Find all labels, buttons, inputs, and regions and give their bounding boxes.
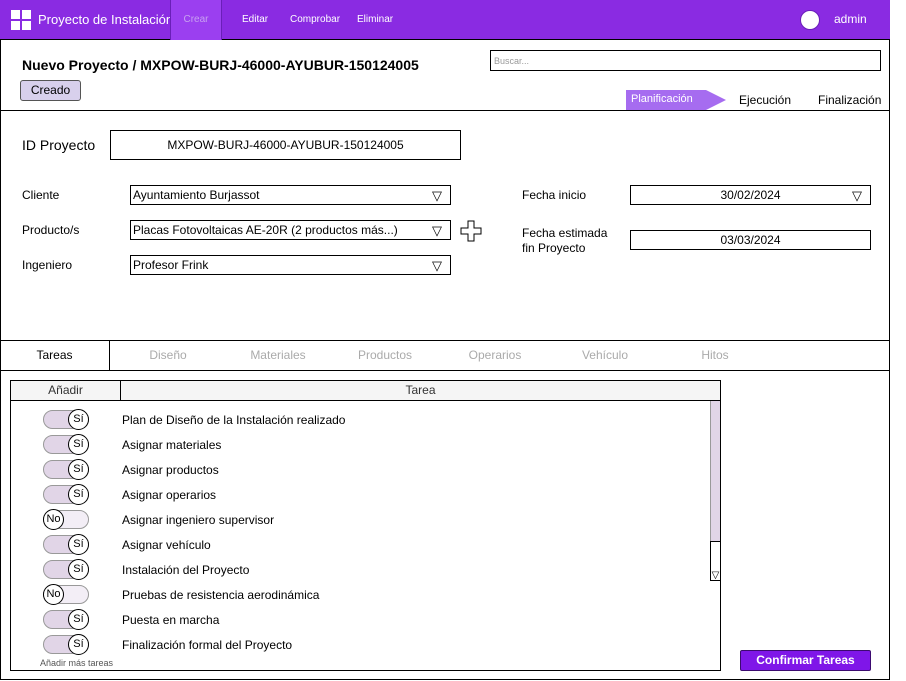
grid-logo-icon: [11, 10, 31, 30]
id-label: ID Proyecto: [22, 137, 96, 153]
toggle-knob: No: [43, 584, 64, 605]
tab-hitos[interactable]: Hitos: [660, 341, 770, 370]
menu-crear[interactable]: Crear: [170, 0, 222, 40]
toggle-knob: No: [43, 509, 64, 530]
fecha-inicio-label: Fecha inicio: [522, 188, 587, 202]
toggle-knob: Sí: [68, 459, 89, 480]
avatar[interactable]: [800, 10, 820, 30]
menu-editar[interactable]: Editar: [242, 14, 268, 25]
fecha-fin-label: Fecha estimada: [522, 226, 608, 240]
task-label: Asignar operarios: [122, 488, 217, 502]
toggle-knob: Sí: [68, 634, 89, 655]
ingeniero-value: Profesor Frink: [133, 258, 209, 272]
toggle-knob: Sí: [68, 484, 89, 505]
cliente-select[interactable]: Ayuntamiento Burjassot ▽: [130, 185, 451, 205]
producto-select[interactable]: Placas Fotovoltaicas AE-20R (2 productos…: [130, 220, 451, 240]
task-toggle[interactable]: Sí: [43, 534, 89, 555]
task-label: Asignar ingeniero supervisor: [122, 513, 275, 527]
task-label: Puesta en marcha: [122, 613, 220, 627]
tab-tareas[interactable]: Tareas: [0, 341, 110, 370]
task-label: Finalización formal del Proyecto: [122, 638, 293, 652]
tasks-table: Añadir Tarea Sí Plan de Diseño de la Ins…: [10, 380, 721, 671]
divider: [0, 110, 890, 111]
tab-materiales[interactable]: Materiales: [223, 341, 333, 370]
step-ejecucion[interactable]: Ejecución: [739, 93, 791, 107]
task-label: Asignar productos: [122, 463, 219, 477]
toggle-knob: Sí: [68, 609, 89, 630]
app-title: Proyecto de Instalación: [38, 12, 174, 27]
task-toggle[interactable]: Sí: [43, 409, 89, 430]
column-header-task: Tarea: [121, 381, 720, 401]
divider: [0, 370, 890, 371]
tab-operarios[interactable]: Operarios: [440, 341, 550, 370]
toggle-knob: Sí: [68, 559, 89, 580]
task-label: Instalación del Proyecto: [122, 563, 250, 577]
dropdown-arrow-icon: ▽: [432, 258, 442, 273]
task-toggle[interactable]: Sí: [43, 634, 89, 655]
task-toggle[interactable]: No: [43, 584, 89, 605]
scroll-down-icon[interactable]: ▽: [710, 541, 721, 581]
fecha-fin-value: 03/03/2024: [720, 233, 781, 247]
user-name[interactable]: admin: [834, 12, 867, 26]
dropdown-arrow-icon: ▽: [432, 188, 442, 203]
producto-value: Placas Fotovoltaicas AE-20R (2 productos…: [133, 223, 398, 237]
task-toggle[interactable]: Sí: [43, 559, 89, 580]
task-toggle[interactable]: Sí: [43, 484, 89, 505]
status-badge: Creado: [20, 80, 81, 101]
top-navbar: Proyecto de Instalación Crear Editar Com…: [0, 0, 890, 40]
step-planificacion-label: Planificación: [631, 93, 693, 105]
menu-eliminar[interactable]: Eliminar: [357, 14, 393, 25]
fecha-inicio-picker[interactable]: 30/02/2024 ▽: [630, 185, 871, 205]
fecha-inicio-value: 30/02/2024: [720, 188, 781, 202]
ingeniero-label: Ingeniero: [22, 258, 73, 272]
task-label: Asignar vehículo: [122, 538, 211, 552]
dropdown-arrow-icon: ▽: [852, 188, 862, 203]
producto-label: Producto/s: [22, 223, 80, 237]
project-id-field: MXPOW-BURJ-46000-AYUBUR-150124005: [110, 130, 461, 160]
toggle-knob: Sí: [68, 434, 89, 455]
toggle-knob: Sí: [68, 534, 89, 555]
task-toggle[interactable]: Sí: [43, 434, 89, 455]
fecha-fin-label-2: fin Proyecto: [522, 241, 586, 255]
confirm-tasks-button[interactable]: Confirmar Tareas: [740, 650, 871, 671]
search-input[interactable]: [490, 50, 881, 71]
menu-comprobar[interactable]: Comprobar: [290, 14, 340, 25]
add-more-tasks-link[interactable]: Añadir más tareas: [40, 658, 113, 668]
tab-productos[interactable]: Productos: [330, 341, 440, 370]
task-label: Pruebas de resistencia aerodinámica: [122, 588, 320, 602]
fecha-fin-field[interactable]: 03/03/2024: [630, 230, 871, 250]
tab-diseno[interactable]: Diseño: [113, 341, 223, 370]
cliente-value: Ayuntamiento Burjassot: [133, 188, 260, 202]
page-title: Nuevo Proyecto / MXPOW-BURJ-46000-AYUBUR…: [22, 57, 419, 73]
task-label: Plan de Diseño de la Instalación realiza…: [122, 413, 346, 427]
step-planificacion[interactable]: Planificación: [626, 90, 726, 110]
step-finalizacion[interactable]: Finalización: [818, 93, 881, 107]
task-label: Asignar materiales: [122, 438, 222, 452]
toggle-knob: Sí: [68, 409, 89, 430]
cliente-label: Cliente: [22, 188, 60, 202]
task-toggle[interactable]: No: [43, 509, 89, 530]
task-toggle[interactable]: Sí: [43, 459, 89, 480]
ingeniero-select[interactable]: Profesor Frink ▽: [130, 255, 451, 275]
dropdown-arrow-icon: ▽: [432, 223, 442, 238]
add-product-icon[interactable]: [460, 220, 482, 242]
scrollbar-track[interactable]: [710, 401, 720, 541]
task-toggle[interactable]: Sí: [43, 609, 89, 630]
column-header-add: Añadir: [11, 381, 121, 401]
tab-vehiculo[interactable]: Vehículo: [550, 341, 660, 370]
